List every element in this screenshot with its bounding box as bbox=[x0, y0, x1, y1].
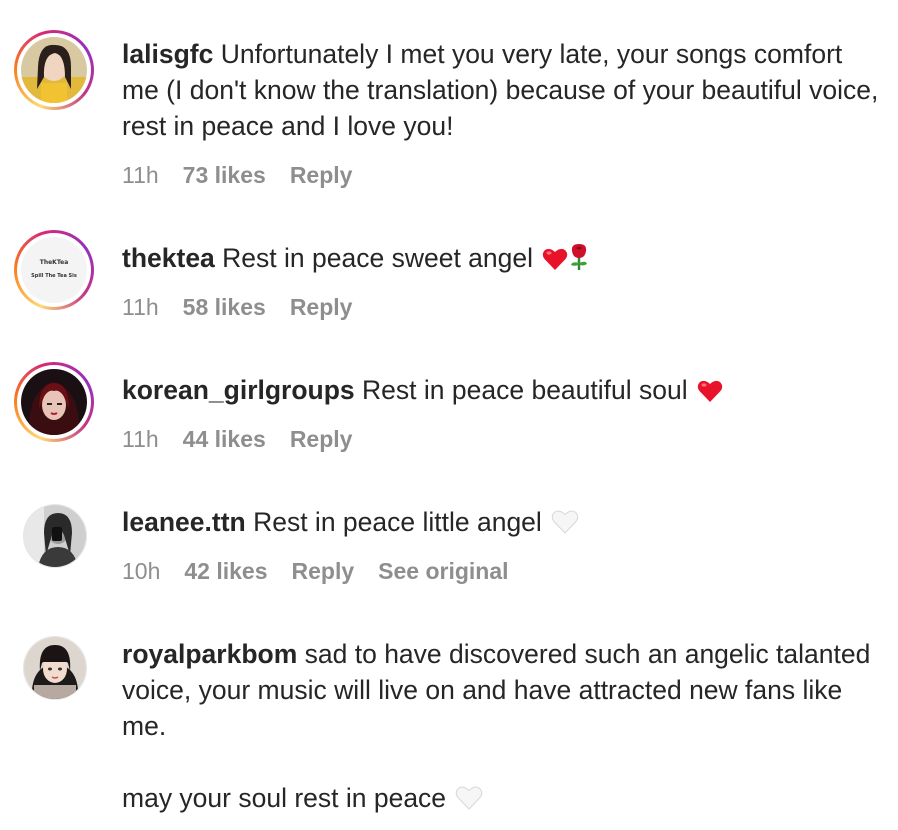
thektea-logo-icon: TheKTea Spill The Tea Sis bbox=[21, 237, 87, 303]
comment-meta: 11h 44 likes Reply bbox=[122, 424, 376, 454]
comment-text: royalparkbom sad to have discovered such… bbox=[122, 636, 882, 820]
username[interactable]: lalisgfc bbox=[122, 39, 213, 69]
comment-text: leanee.ttn Rest in peace little angel bbox=[122, 504, 882, 544]
username[interactable]: royalparkbom bbox=[122, 639, 297, 669]
reply-button[interactable]: Reply bbox=[290, 160, 353, 190]
comment-text: thektea Rest in peace sweet angel bbox=[122, 240, 882, 280]
profile-photo-icon bbox=[21, 369, 87, 435]
username[interactable]: korean_girlgroups bbox=[122, 375, 355, 405]
white-heart-icon bbox=[551, 508, 579, 544]
reply-button[interactable]: Reply bbox=[290, 292, 353, 322]
comment-meta: 11h 58 likes Reply bbox=[122, 292, 376, 322]
comment-text: lalisgfc Unfortunately I met you very la… bbox=[122, 36, 882, 144]
comment-text: korean_girlgroups Rest in peace beautifu… bbox=[122, 372, 882, 412]
avatar[interactable] bbox=[14, 362, 94, 442]
timestamp[interactable]: 11h bbox=[122, 160, 159, 190]
reply-button[interactable]: Reply bbox=[290, 424, 353, 454]
reply-button[interactable]: Reply bbox=[292, 556, 355, 586]
avatar[interactable] bbox=[23, 636, 87, 700]
comment-meta: 11h 73 likes Reply bbox=[122, 160, 376, 190]
comment-body: Rest in peace little angel bbox=[253, 507, 542, 537]
comment-body-line2: may your soul rest in peace bbox=[122, 783, 447, 813]
avatar[interactable] bbox=[23, 504, 87, 568]
comment-meta: 10h 42 likes Reply See original bbox=[122, 556, 533, 586]
timestamp[interactable]: 11h bbox=[122, 424, 159, 454]
likes-count[interactable]: 58 likes bbox=[183, 292, 266, 322]
avatar-logo-line2: Spill The Tea Sis bbox=[31, 273, 77, 279]
comment-body: Unfortunately I met you very late, your … bbox=[122, 39, 879, 141]
avatar[interactable]: TheKTea Spill The Tea Sis bbox=[14, 230, 94, 310]
likes-count[interactable]: 42 likes bbox=[184, 556, 267, 586]
username[interactable]: thektea bbox=[122, 243, 215, 273]
likes-count[interactable]: 73 likes bbox=[183, 160, 266, 190]
likes-count[interactable]: 44 likes bbox=[183, 424, 266, 454]
profile-photo-icon bbox=[24, 637, 86, 699]
timestamp[interactable]: 11h bbox=[122, 292, 159, 322]
avatar[interactable] bbox=[14, 30, 94, 110]
profile-photo-icon bbox=[21, 37, 87, 103]
avatar-logo-line1: TheKTea bbox=[39, 259, 69, 266]
timestamp[interactable]: 10h bbox=[122, 556, 160, 586]
red-heart-icon bbox=[697, 376, 723, 412]
comment-body: Rest in peace beautiful soul bbox=[362, 375, 688, 405]
comment-body: Rest in peace sweet angel bbox=[222, 243, 534, 273]
profile-photo-icon bbox=[24, 505, 86, 567]
see-original-button[interactable]: See original bbox=[378, 556, 508, 586]
red-heart-icon bbox=[542, 244, 568, 280]
username[interactable]: leanee.ttn bbox=[122, 507, 246, 537]
white-heart-icon bbox=[455, 784, 483, 820]
rose-icon bbox=[568, 243, 590, 280]
